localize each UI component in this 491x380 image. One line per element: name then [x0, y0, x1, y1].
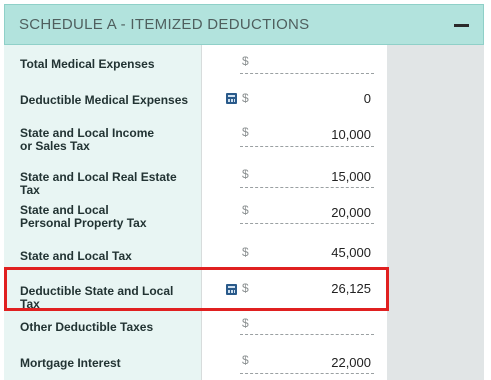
- amount-input[interactable]: 20,000: [331, 205, 371, 220]
- currency-symbol: $: [242, 203, 249, 217]
- highlight-box: [4, 267, 389, 311]
- input-underline: [240, 373, 374, 374]
- collapse-minus-icon[interactable]: [454, 24, 469, 27]
- input-underline: [240, 223, 374, 224]
- row-label: Other Deductible Taxes: [20, 320, 154, 334]
- currency-symbol: $: [242, 125, 249, 139]
- row-state-local-personal-property-tax: State and Local Personal Property Tax $ …: [4, 197, 387, 239]
- input-underline: [240, 334, 374, 335]
- row-label: Deductible Medical Expenses: [20, 93, 189, 107]
- input-underline: [240, 146, 374, 147]
- row-label: State and Local Income or Sales Tax: [20, 126, 155, 153]
- row-label: State and Local Real Estate Tax: [20, 170, 177, 197]
- calculator-icon[interactable]: [226, 93, 237, 104]
- section-title: SCHEDULE A - ITEMIZED DEDUCTIONS: [19, 16, 310, 33]
- currency-symbol: $: [242, 167, 249, 181]
- input-underline: [240, 73, 374, 74]
- currency-symbol: $: [242, 54, 249, 68]
- row-label: Mortgage Interest: [20, 356, 121, 370]
- row-state-local-real-estate-tax: State and Local Real Estate Tax $ 15,000: [4, 159, 387, 197]
- row-state-local-tax: State and Local Tax $ 45,000: [4, 239, 387, 269]
- currency-symbol: $: [242, 353, 249, 367]
- row-mortgage-interest: Mortgage Interest $ 22,000: [4, 345, 387, 380]
- row-state-local-income-sales-tax: State and Local Income or Sales Tax $ 10…: [4, 121, 387, 159]
- amount-value: 0: [363, 91, 371, 106]
- section-header[interactable]: SCHEDULE A - ITEMIZED DEDUCTIONS: [4, 4, 484, 45]
- right-panel: [387, 45, 484, 380]
- amount-value: 45,000: [331, 245, 371, 260]
- amount-input[interactable]: 22,000: [331, 355, 371, 370]
- amount-input[interactable]: 10,000: [331, 127, 371, 142]
- input-underline: [240, 187, 374, 188]
- row-total-medical-expenses: Total Medical Expenses $: [4, 45, 387, 83]
- currency-symbol: $: [242, 91, 249, 105]
- row-label: State and Local Personal Property Tax: [20, 203, 147, 230]
- currency-symbol: $: [242, 316, 249, 330]
- currency-symbol: $: [242, 245, 249, 259]
- row-label: State and Local Tax: [20, 249, 132, 263]
- amount-input[interactable]: 15,000: [331, 169, 371, 184]
- row-other-deductible-taxes: Other Deductible Taxes $: [4, 311, 387, 345]
- row-deductible-medical-expenses: Deductible Medical Expenses $ 0: [4, 83, 387, 121]
- row-label: Total Medical Expenses: [20, 57, 155, 71]
